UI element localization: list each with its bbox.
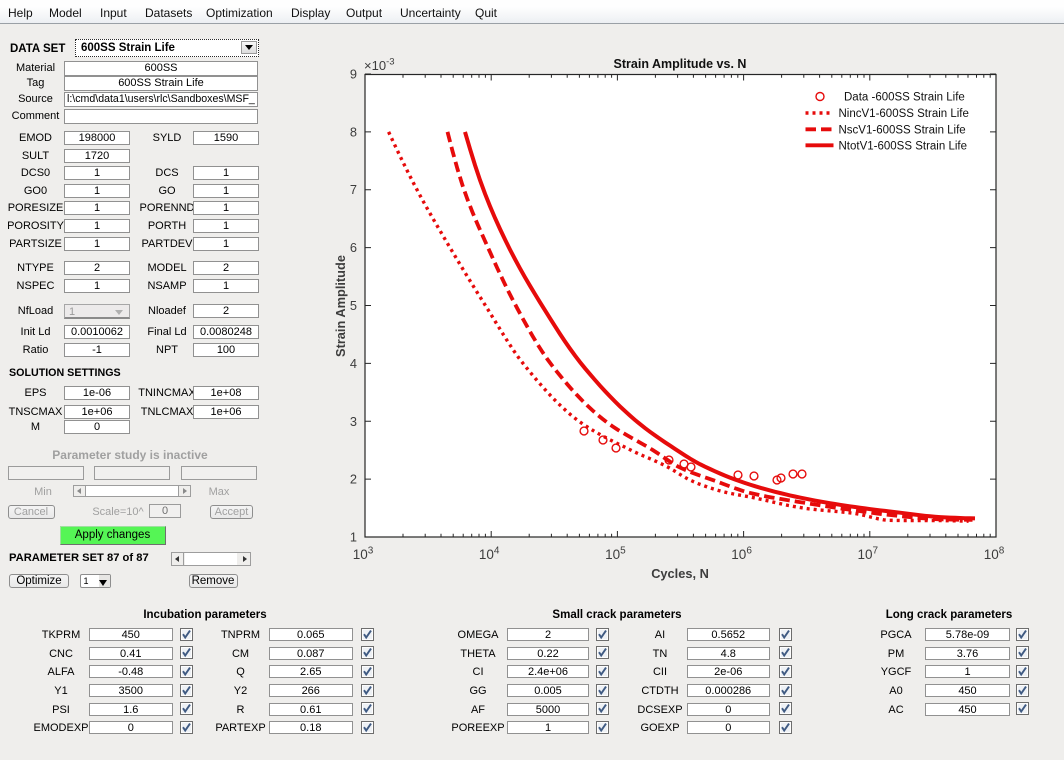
- svg-text:6: 6: [350, 240, 357, 255]
- svg-text:NtotV1-600SS Strain Life: NtotV1-600SS Strain Life: [839, 140, 968, 152]
- svg-text:103: 103: [353, 546, 374, 563]
- svg-text:7: 7: [350, 182, 357, 197]
- svg-text:Cycles, N: Cycles, N: [651, 566, 709, 581]
- svg-text:Data -600SS Strain Life: Data -600SS Strain Life: [844, 92, 965, 104]
- svg-text:104: 104: [479, 546, 500, 563]
- svg-text:8: 8: [350, 124, 357, 139]
- svg-text:Strain Amplitude: Strain Amplitude: [333, 255, 348, 357]
- svg-text:NincV1-600SS Strain Life: NincV1-600SS Strain Life: [839, 108, 969, 120]
- svg-text:Strain Amplitude vs. N: Strain Amplitude vs. N: [614, 57, 747, 71]
- svg-text:105: 105: [605, 546, 626, 563]
- svg-text:4: 4: [350, 356, 357, 371]
- svg-text:5: 5: [350, 298, 357, 313]
- svg-text:NscV1-600SS Strain Life: NscV1-600SS Strain Life: [839, 124, 966, 136]
- svg-text:106: 106: [731, 546, 752, 563]
- svg-text:2: 2: [350, 472, 357, 487]
- svg-text:1: 1: [350, 530, 357, 545]
- svg-text:107: 107: [858, 546, 879, 563]
- svg-text:108: 108: [984, 546, 1005, 563]
- svg-text:×10-3: ×10-3: [364, 57, 395, 74]
- svg-text:3: 3: [350, 414, 357, 429]
- svg-text:9: 9: [350, 67, 357, 82]
